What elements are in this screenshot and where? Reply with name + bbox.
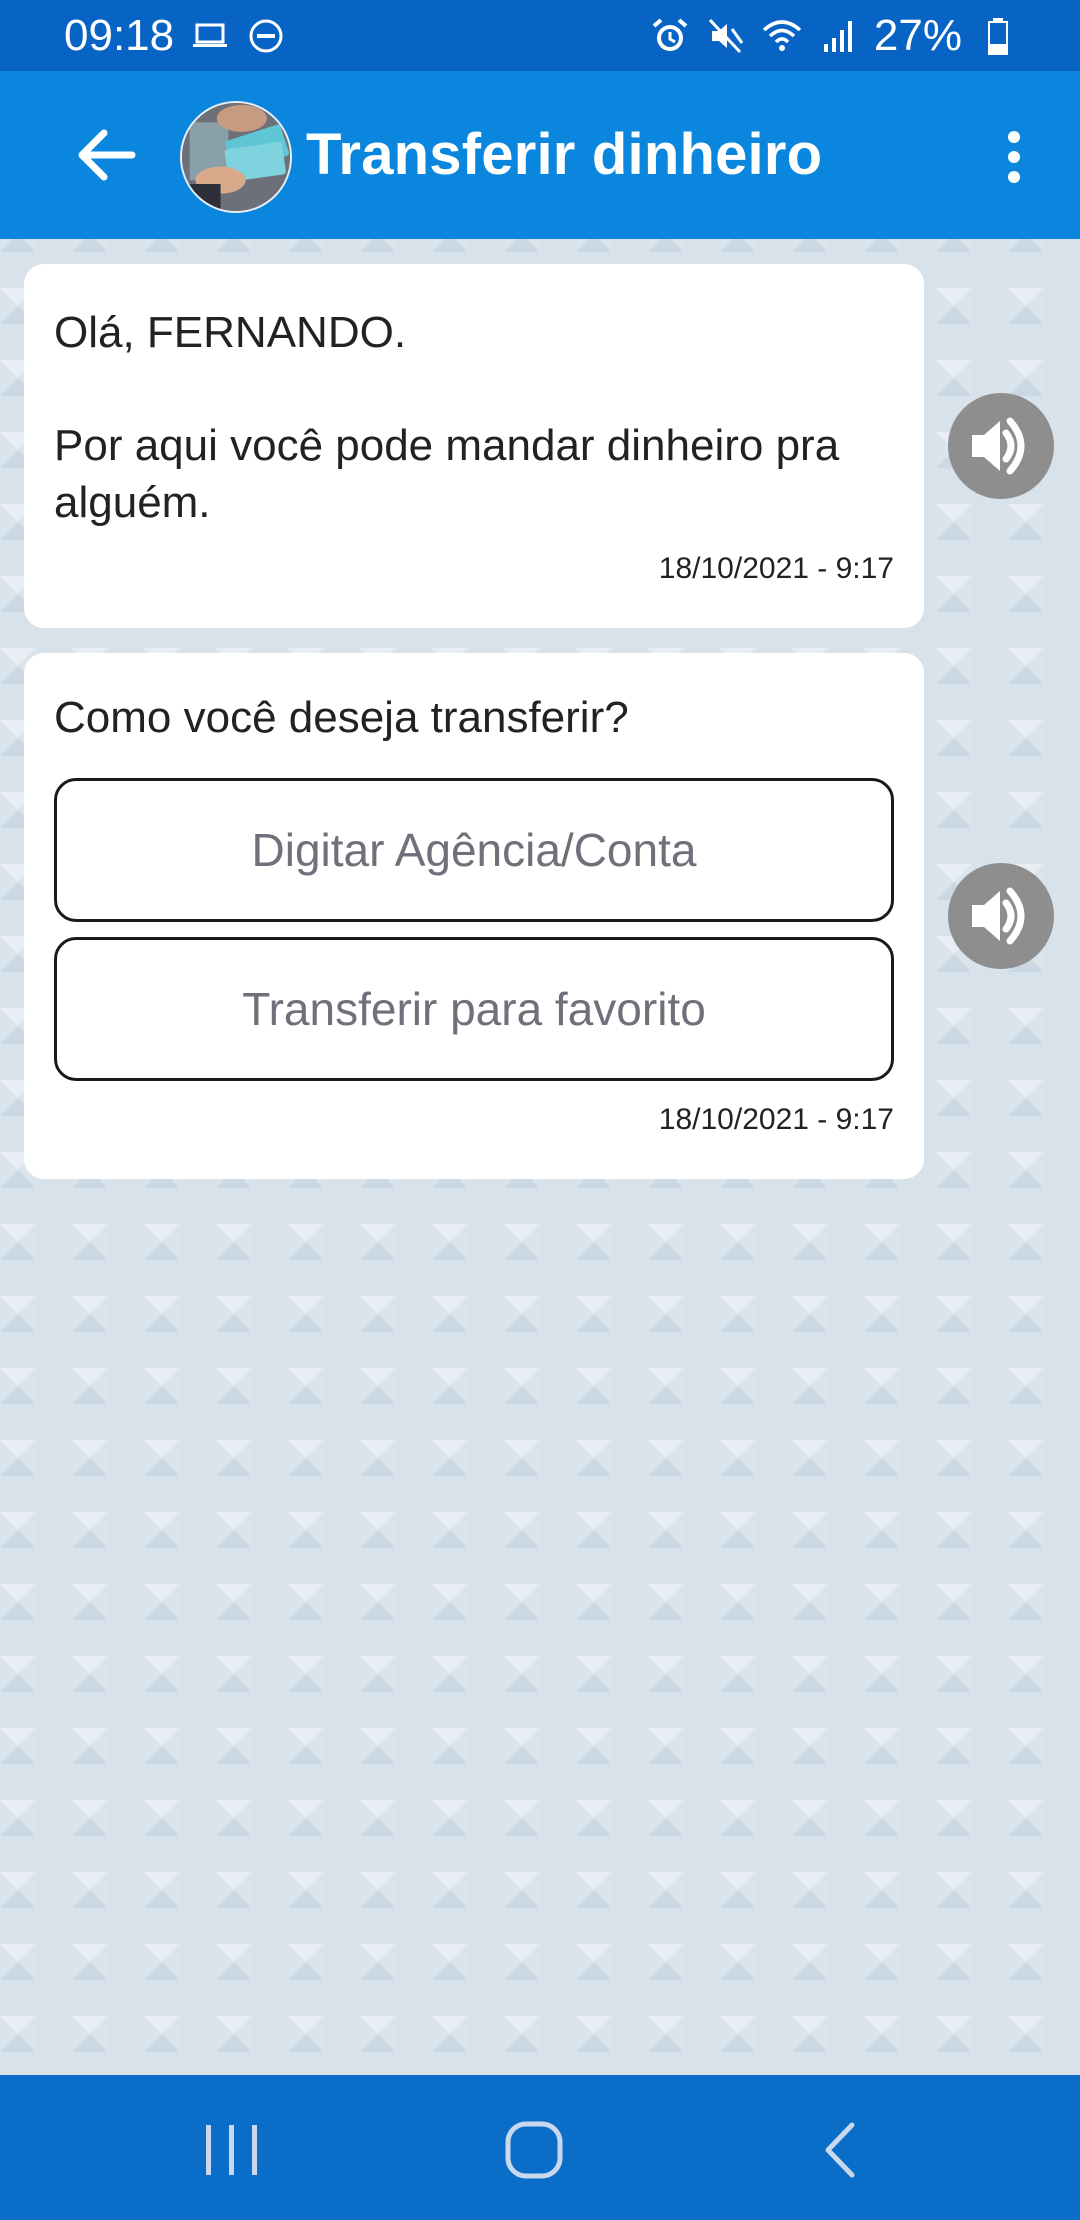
wifi-icon (762, 16, 802, 56)
page-title: Transferir dinheiro (306, 122, 823, 187)
alarm-icon (650, 16, 690, 56)
signal-icon (818, 16, 858, 56)
recent-apps-button[interactable] (192, 2115, 272, 2185)
arrow-left-icon (78, 129, 136, 181)
laptop-icon (190, 16, 230, 56)
speaker-icon (972, 887, 1025, 945)
recent-apps-icon (206, 2125, 257, 2175)
play-audio-button[interactable] (948, 863, 1054, 969)
status-right: 27% (650, 11, 1018, 61)
mute-icon (706, 16, 746, 56)
battery-icon (978, 16, 1018, 56)
question-text: Como você deseja transferir? (54, 693, 629, 742)
option-digitar-agencia-conta-button[interactable]: Digitar Agência/Conta (54, 778, 894, 922)
nav-back-button[interactable] (800, 2115, 880, 2185)
battery-percent: 27% (873, 10, 962, 60)
back-button[interactable] (70, 119, 142, 191)
app-bar: Transferir dinheiro (0, 71, 1080, 239)
system-nav-bar (0, 2075, 1080, 2220)
chat-message-card: Olá, FERNANDO. Por aqui você pode mandar… (24, 264, 924, 628)
status-left: 09:18 (64, 11, 286, 61)
speaker-icon (972, 417, 1025, 475)
back-icon (825, 2122, 855, 2178)
home-button[interactable] (494, 2115, 574, 2185)
option-transferir-favorito-button[interactable]: Transferir para favorito (54, 937, 894, 1081)
message-text: Por aqui você pode mandar dinheiro pra a… (54, 421, 840, 527)
status-time: 09:18 (64, 10, 175, 60)
home-icon (505, 2121, 563, 2179)
avatar (180, 101, 292, 213)
greeting-text: Olá, FERNANDO. (54, 308, 407, 357)
chat-question-card: Como você deseja transferir? Digitar Agê… (24, 653, 924, 1179)
message-timestamp: 18/10/2021 - 9:17 (658, 552, 894, 585)
message-timestamp: 18/10/2021 - 9:17 (658, 1103, 894, 1136)
play-audio-button[interactable] (948, 393, 1054, 499)
more-vert-icon (1008, 131, 1020, 183)
status-bar: 09:18 27% (0, 0, 1080, 71)
more-options-button[interactable] (990, 127, 1038, 187)
do-not-disturb-icon (246, 16, 286, 56)
